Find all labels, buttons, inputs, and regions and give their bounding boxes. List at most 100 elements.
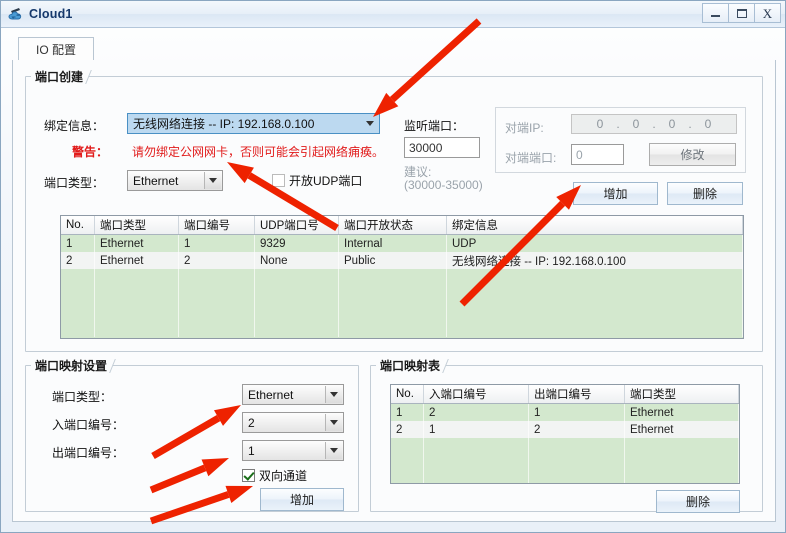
modify-button[interactable]: 修改 <box>649 143 736 166</box>
mapping-delete-button[interactable]: 删除 <box>656 490 740 513</box>
window-controls: X <box>702 3 781 23</box>
cell-binding: UDP <box>447 235 743 252</box>
col-state: 端口开放状态 <box>339 216 447 234</box>
in-port-combo[interactable]: 2 <box>242 412 344 433</box>
col-type: 端口类型 <box>95 216 179 234</box>
mapping-table-header: No. 入端口编号 出端口编号 端口类型 <box>391 385 739 404</box>
table-row[interactable]: 1 Ethernet 1 9329 Internal UDP <box>61 235 743 252</box>
table-empty-row <box>61 303 743 320</box>
peer-ip-octet-4: 0 <box>704 117 712 131</box>
maximize-button[interactable] <box>728 3 755 23</box>
warning-label: 警告： <box>72 145 109 159</box>
mapping-add-button[interactable]: 增加 <box>260 488 344 511</box>
bidirectional-checkbox[interactable]: 双向通道 <box>242 467 307 484</box>
port-type-value: Ethernet <box>133 173 179 188</box>
peer-ip-octet-3: 0 <box>668 117 676 131</box>
mapping-table[interactable]: No. 入端口编号 出端口编号 端口类型 1 2 1 Ethernet 2 1 … <box>390 384 740 484</box>
open-udp-port-label: 开放UDP端口 <box>289 174 363 188</box>
binding-info-combo[interactable]: 无线网络连接 -- IP: 192.168.0.100 <box>127 113 380 134</box>
add-port-button-label: 增加 <box>603 187 628 201</box>
table-empty-row <box>391 455 739 472</box>
checkbox-box <box>242 469 255 482</box>
mapping-add-button-label: 增加 <box>289 493 314 507</box>
tab-label: IO 配置 <box>35 42 76 57</box>
cell-number: 1 <box>179 235 255 252</box>
table-row[interactable]: 2 1 2 Ethernet <box>391 421 739 438</box>
bidirectional-label: 双向通道 <box>259 469 308 483</box>
peer-ip-dot: . <box>652 117 656 131</box>
in-port-label: 入端口编号： <box>52 418 125 432</box>
cell-out-port: 1 <box>529 404 625 421</box>
add-port-button[interactable]: 增加 <box>573 182 658 205</box>
port-table[interactable]: No. 端口类型 端口编号 UDP端口号 端口开放状态 绑定信息 1 Ether… <box>60 215 744 339</box>
tab-page-io-config: 端口创建 绑定信息： 无线网络连接 -- IP: 192.168.0.100 警… <box>12 60 776 522</box>
group-mapping-table: 端口映射表 No. 入端口编号 出端口编号 端口类型 1 2 1 Etherne… <box>370 357 763 513</box>
modify-button-label: 修改 <box>680 148 705 162</box>
peer-ip-dot: . <box>616 117 620 131</box>
table-empty-row <box>391 472 739 483</box>
cell-no: 1 <box>391 404 424 421</box>
tab-io-config[interactable]: IO 配置 <box>18 37 94 61</box>
chevron-down-icon[interactable] <box>361 115 378 132</box>
peer-ip-octet-1: 0 <box>596 117 604 131</box>
table-row[interactable]: 1 2 1 Ethernet <box>391 404 739 421</box>
cell-out-port: 2 <box>529 421 625 438</box>
mapping-delete-button-label: 删除 <box>685 495 710 509</box>
out-port-value: 1 <box>248 443 255 458</box>
open-udp-port-checkbox[interactable]: 开放UDP端口 <box>272 172 362 189</box>
chevron-down-icon[interactable] <box>325 414 342 431</box>
cell-udp: None <box>255 252 339 269</box>
group-port-create-legend: 端口创建 <box>31 68 90 85</box>
application-window: Cloud1 X IO 配置 端口创建 绑定信息： 无线网络连接 -- IP: … <box>0 0 786 533</box>
cell-in-port: 2 <box>424 404 529 421</box>
col-no: No. <box>61 216 95 234</box>
delete-port-button-label: 删除 <box>692 187 717 201</box>
warning-message: 请勿绑定公网网卡，否则可能会引起网络痈痪。 <box>132 145 385 159</box>
cell-in-port: 1 <box>424 421 529 438</box>
minimize-button[interactable] <box>702 3 729 23</box>
col-number: 端口编号 <box>179 216 255 234</box>
peer-port-value: 0 <box>576 147 583 162</box>
peer-ip-input: 0 . 0 . 0 . 0 <box>571 114 737 134</box>
title-bar: Cloud1 X <box>1 1 785 28</box>
peer-port-label: 对端端口: <box>505 151 557 165</box>
close-button[interactable]: X <box>754 3 781 23</box>
cell-state: Public <box>339 252 447 269</box>
chevron-down-icon[interactable] <box>325 442 342 459</box>
mapping-port-type-combo[interactable]: Ethernet <box>242 384 344 405</box>
cell-state: Internal <box>339 235 447 252</box>
table-empty-row <box>391 438 739 455</box>
suggest-range: (30000-35000) <box>404 178 483 192</box>
group-port-create: 端口创建 绑定信息： 无线网络连接 -- IP: 192.168.0.100 警… <box>25 68 763 352</box>
cell-no: 2 <box>391 421 424 438</box>
out-port-combo[interactable]: 1 <box>242 440 344 461</box>
col-binding: 绑定信息 <box>447 216 743 234</box>
out-port-label: 出端口编号： <box>52 446 125 460</box>
cloud-icon <box>7 5 25 23</box>
table-empty-row <box>61 320 743 337</box>
checkbox-box <box>272 174 285 187</box>
col-no: No. <box>391 385 424 403</box>
delete-port-button[interactable]: 删除 <box>667 182 743 205</box>
cell-binding: 无线网络连接 -- IP: 192.168.0.100 <box>447 252 743 269</box>
table-row[interactable]: 2 Ethernet 2 None Public 无线网络连接 -- IP: 1… <box>61 252 743 269</box>
col-out-port: 出端口编号 <box>529 385 625 403</box>
port-type-label: 端口类型： <box>44 176 105 190</box>
chevron-down-icon[interactable] <box>325 386 342 403</box>
col-udp: UDP端口号 <box>255 216 339 234</box>
mapping-port-type-value: Ethernet <box>248 387 294 402</box>
table-empty-row <box>61 286 743 303</box>
peer-port-input[interactable]: 0 <box>571 144 624 165</box>
port-table-header: No. 端口类型 端口编号 UDP端口号 端口开放状态 绑定信息 <box>61 216 743 235</box>
port-type-combo[interactable]: Ethernet <box>127 170 223 191</box>
cell-number: 2 <box>179 252 255 269</box>
col-in-port: 入端口编号 <box>424 385 529 403</box>
close-icon: X <box>762 5 773 21</box>
chevron-down-icon[interactable] <box>204 172 221 189</box>
peer-ip-label: 对端IP: <box>505 121 544 135</box>
binding-info-value: 无线网络连接 -- IP: 192.168.0.100 <box>133 117 315 131</box>
cell-type: Ethernet <box>95 235 179 252</box>
mapping-port-type-label: 端口类型： <box>52 390 113 404</box>
listen-port-input[interactable]: 30000 <box>404 137 480 158</box>
in-port-value: 2 <box>248 415 255 430</box>
